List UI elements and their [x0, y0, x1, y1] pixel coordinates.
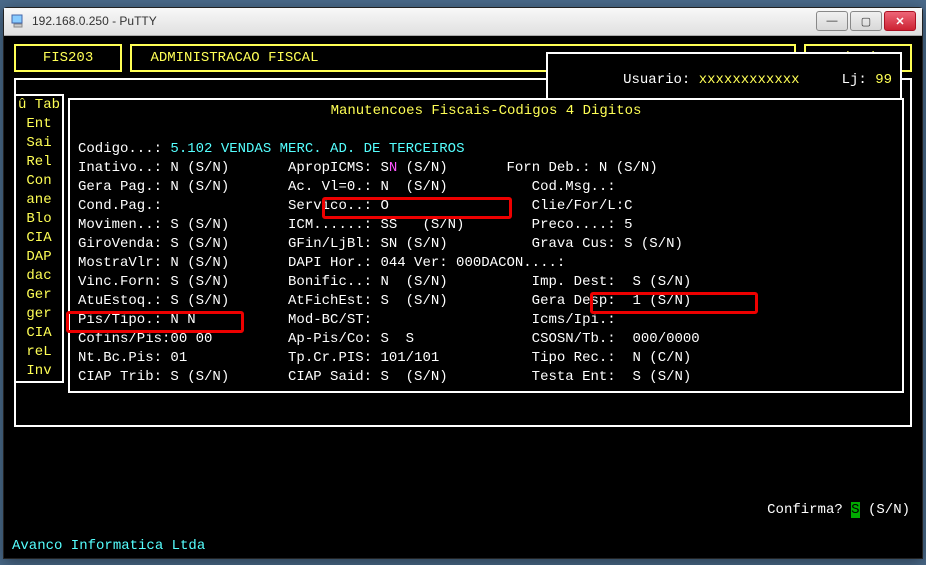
app-window: 192.168.0.250 - PuTTY — ▢ ✕ FIS203 ADMIN…	[3, 7, 923, 559]
side-item[interactable]: dac	[18, 267, 60, 286]
side-item[interactable]: ane	[18, 191, 60, 210]
data-row: Cofins/Pis:00 00 Ap-Pis/Co: S S CSOSN/Tb…	[78, 330, 894, 349]
maximize-button[interactable]: ▢	[850, 11, 882, 31]
panel-frame: Manutencoes Fiscais-Codigos 4 Digitos Co…	[68, 98, 904, 393]
blank-row	[78, 121, 894, 140]
lj-label: Lj:	[842, 72, 867, 88]
terminal: FIS203 ADMINISTRACAO FISCAL 05/10/12 Usu…	[4, 36, 922, 558]
screen-code: FIS203	[14, 44, 122, 72]
data-row: GiroVenda: S (S/N) GFin/LjBl: SN (S/N) G…	[78, 235, 894, 254]
data-row: Vinc.Forn: S (S/N) Bonific..: N (S/N) Im…	[78, 273, 894, 292]
window-buttons: — ▢ ✕	[814, 11, 916, 31]
window-title: 192.168.0.250 - PuTTY	[32, 14, 814, 28]
data-row: Cond.Pag.: Servico..: O Clie/For/L:C	[78, 197, 894, 216]
side-item[interactable]: Con	[18, 172, 60, 191]
side-item[interactable]: reL	[18, 343, 60, 362]
close-button[interactable]: ✕	[884, 11, 916, 31]
side-item[interactable]: Blo	[18, 210, 60, 229]
side-item[interactable]: CIA	[18, 229, 60, 248]
confirm-prompt[interactable]: Confirma? S (S/N)	[717, 486, 910, 534]
side-item[interactable]: Inv	[18, 362, 60, 381]
putty-icon	[10, 13, 26, 29]
data-row: Movimen..: S (S/N) ICM......: SS (S/N) P…	[78, 216, 894, 235]
side-item[interactable]: ger	[18, 305, 60, 324]
side-item[interactable]: DAP	[18, 248, 60, 267]
minimize-button[interactable]: —	[816, 11, 848, 31]
side-item[interactable]: CIA	[18, 324, 60, 343]
footer-text: Avanco Informatica Ltda	[12, 538, 205, 554]
titlebar[interactable]: 192.168.0.250 - PuTTY — ▢ ✕	[4, 8, 922, 36]
data-row: CIAP Trib: S (S/N) CIAP Said: S (S/N) Te…	[78, 368, 894, 387]
data-row: Pis/Tipo.: N N Mod-BC/ST: Icms/Ipi.:	[78, 311, 894, 330]
user-value: xxxxxxxxxxxx	[699, 72, 800, 88]
confirm-value[interactable]: S	[851, 502, 859, 518]
side-item[interactable]: Ent	[18, 115, 60, 134]
codigo-row: Codigo...: 5.102 VENDAS MERC. AD. DE TER…	[78, 140, 894, 159]
data-row: Inativo..: N (S/N) ApropICMS: SN (S/N) F…	[78, 159, 894, 178]
data-row: Nt.Bc.Pis: 01 Tp.Cr.PIS: 101/101 Tipo Re…	[78, 349, 894, 368]
user-label: Usuario:	[623, 72, 690, 88]
side-item[interactable]: Sai	[18, 134, 60, 153]
data-row: AtuEstoq.: S (S/N) AtFichEst: S (S/N) Ge…	[78, 292, 894, 311]
outer-frame: Usuario: xxxxxxxxxxxx Lj: 99 Manutencoes…	[14, 78, 912, 427]
side-item[interactable]: Rel	[18, 153, 60, 172]
side-item[interactable]: Ger	[18, 286, 60, 305]
side-item[interactable]: û Tab	[18, 96, 60, 115]
side-menu: û Tab Ent Sai Rel Con ane Blo CIA DAP da…	[14, 94, 64, 383]
panel-title: Manutencoes Fiscais-Codigos 4 Digitos	[78, 102, 894, 121]
data-row: MostraVlr: N (S/N) DAPI Hor.: 044 Ver: 0…	[78, 254, 894, 273]
data-row: Gera Pag.: N (S/N) Ac. Vl=0.: N (S/N) Co…	[78, 178, 894, 197]
lj-value: 99	[875, 72, 892, 88]
data-grid: Inativo..: N (S/N) ApropICMS: SN (S/N) F…	[78, 159, 894, 387]
